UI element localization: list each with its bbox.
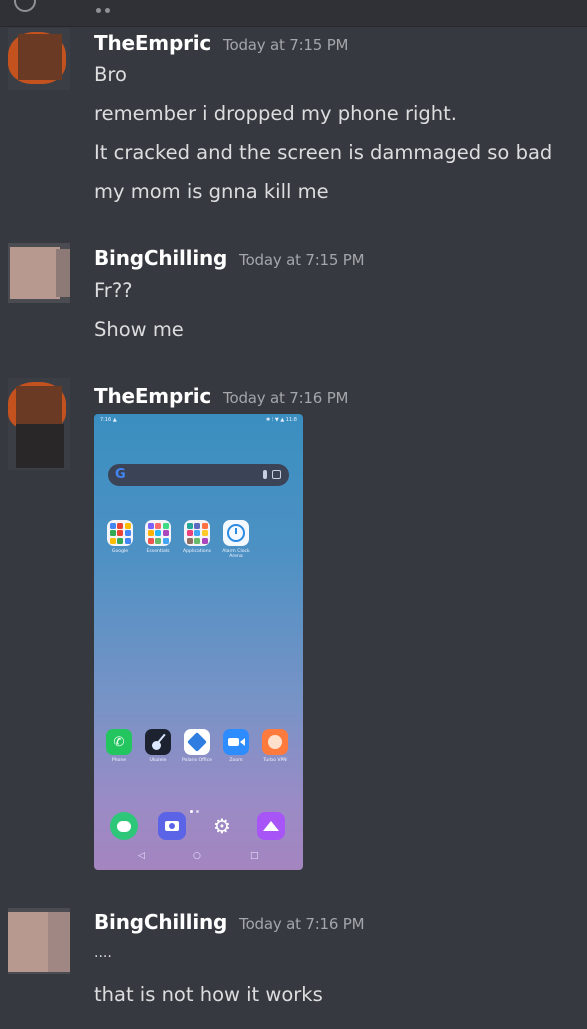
message-text: It cracked and the screen is dammaged so… (94, 141, 553, 164)
camera-icon (158, 812, 186, 840)
app-label: Essentials (146, 549, 170, 554)
circle-icon (14, 0, 36, 12)
app-label: Turbo VPN (263, 758, 287, 763)
avatar[interactable] (8, 243, 70, 303)
message-text: that is not how it works (94, 983, 323, 1006)
app-ukulele[interactable]: Ukulele (143, 729, 173, 763)
app-google-folder[interactable]: Google (105, 520, 135, 554)
mic-icon (263, 470, 267, 479)
google-folder-icon (107, 520, 133, 546)
app-alarm-clock[interactable]: Alarm Clock Arena (221, 520, 251, 559)
app-label: Zoom (229, 758, 243, 763)
app-label: Ukulele (149, 758, 167, 763)
username[interactable]: BingChilling Today at 7:16 PM (94, 910, 365, 934)
status-time: 7:16 ▲ (100, 417, 117, 423)
dock-settings[interactable]: ⚙ (207, 812, 237, 840)
channel-header (0, 0, 587, 27)
google-logo: G (115, 467, 126, 482)
username[interactable]: BingChilling Today at 7:15 PM (94, 246, 365, 270)
timestamp: Today at 7:16 PM (239, 915, 365, 933)
alarm-clock-icon (223, 520, 249, 546)
message-text: my mom is gnna kill me (94, 180, 329, 203)
navigation-bar: ◁ ○ □ (94, 851, 303, 865)
app-label: Alarm Clock Arena (222, 549, 250, 559)
zoom-icon (223, 729, 249, 755)
username[interactable]: TheEmpric Today at 7:15 PM (94, 31, 348, 55)
google-search-bar[interactable]: G (108, 464, 289, 486)
phone-icon: ✆ (106, 729, 132, 755)
dock-camera[interactable] (157, 812, 187, 840)
header-icon (96, 0, 126, 13)
home-icon[interactable]: ○ (193, 851, 201, 861)
status-bar: 7:16 ▲ ✱ ⁝ ▼ ▲ 11:8 (100, 417, 297, 425)
settings-icon: ⚙ (213, 814, 231, 838)
turbo-vpn-icon (262, 729, 288, 755)
app-turbo-vpn[interactable]: Turbo VPN (260, 729, 290, 763)
essentials-folder-icon (145, 520, 171, 546)
app-label: Polaris Office (182, 758, 212, 763)
phone-screenshot-attachment[interactable]: 7:16 ▲ ✱ ⁝ ▼ ▲ 11:8 G Google Essentials … (94, 414, 303, 870)
message-text: Bro (94, 63, 127, 86)
app-essentials-folder[interactable]: Essentials (143, 520, 173, 554)
avatar[interactable] (8, 908, 70, 974)
dock-messages[interactable] (109, 812, 139, 840)
gallery-icon (257, 812, 285, 840)
app-polaris-office[interactable]: Polaris Office (182, 729, 212, 763)
timestamp: Today at 7:15 PM (239, 251, 365, 269)
applications-folder-icon (184, 520, 210, 546)
timestamp: Today at 7:16 PM (223, 389, 349, 407)
status-icons: ✱ ⁝ ▼ ▲ 11:8 (265, 417, 297, 423)
app-phone[interactable]: ✆ Phone (104, 729, 134, 763)
app-zoom[interactable]: Zoom (221, 729, 251, 763)
messages-icon (110, 812, 138, 840)
timestamp: Today at 7:15 PM (223, 36, 349, 54)
username[interactable]: TheEmpric Today at 7:16 PM (94, 384, 348, 408)
page-indicator (190, 798, 208, 813)
lens-icon (272, 470, 281, 479)
app-applications-folder[interactable]: Applications (182, 520, 212, 554)
app-label: Google (111, 549, 129, 554)
message-text: remember i dropped my phone right. (94, 102, 457, 125)
recent-apps-icon[interactable]: □ (250, 851, 259, 861)
ukulele-icon (145, 729, 171, 755)
app-label: Applications (182, 549, 212, 554)
avatar[interactable] (8, 378, 70, 470)
dock-gallery[interactable] (256, 812, 286, 840)
message-text: Show me (94, 318, 184, 341)
message-text: Fr?? (94, 279, 133, 302)
back-icon[interactable]: ◁ (138, 851, 145, 861)
app-label: Phone (111, 758, 127, 763)
message-text: .... (94, 945, 112, 961)
avatar[interactable] (8, 28, 70, 90)
polaris-office-icon (184, 729, 210, 755)
